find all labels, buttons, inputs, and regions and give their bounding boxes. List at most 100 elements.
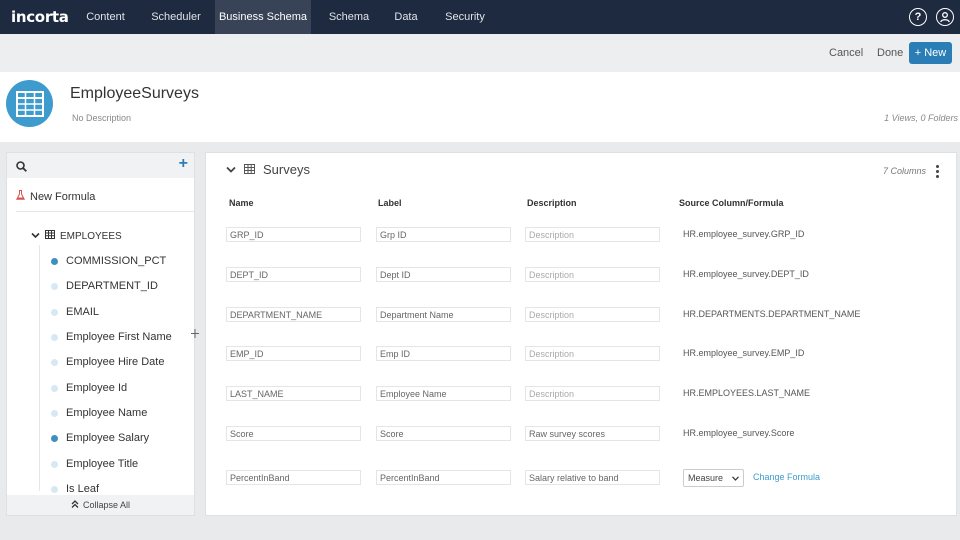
header-name: Name <box>229 198 254 208</box>
panel-resize-handle[interactable] <box>191 329 199 341</box>
table-detail-panel: Surveys 7 Columns Name Label Description… <box>205 152 957 516</box>
column-dot-icon <box>51 282 58 290</box>
help-icon[interactable]: ? <box>909 8 927 26</box>
description-field[interactable]: Raw survey scores <box>525 426 660 441</box>
column-tree-panel: + New Formula EMPLOYEES COMMISSION_PCT DE… <box>6 152 195 516</box>
label-field[interactable]: Department Name <box>376 307 511 322</box>
table-icon <box>45 230 55 242</box>
column-item[interactable]: Employee Id <box>51 382 127 394</box>
add-icon[interactable]: + <box>179 155 188 173</box>
description-field[interactable]: Salary relative to band <box>525 470 660 485</box>
name-field[interactable]: GRP_ID <box>226 227 361 242</box>
top-nav: incorta Content Scheduler Business Schem… <box>0 0 960 34</box>
change-formula-link[interactable]: Change Formula <box>753 472 820 482</box>
page-title: EmployeeSurveys <box>70 85 199 102</box>
column-dot-icon <box>51 460 58 468</box>
table-header[interactable]: Surveys <box>226 162 310 177</box>
tree-group-employees[interactable]: EMPLOYEES <box>31 230 122 242</box>
collapse-all-button[interactable]: Collapse All <box>7 495 194 515</box>
name-field[interactable]: DEPARTMENT_NAME <box>226 307 361 322</box>
description-field[interactable]: Description <box>525 267 660 282</box>
column-item[interactable]: COMMISSION_PCT <box>51 255 166 267</box>
column-item-label: Employee Name <box>66 407 148 419</box>
search-icon[interactable] <box>16 159 27 177</box>
label-field[interactable]: PercentInBand <box>376 470 511 485</box>
column-item[interactable]: Employee Name <box>51 407 147 419</box>
tab-content[interactable]: Content <box>74 0 137 34</box>
header-label: Label <box>378 198 402 208</box>
description-field[interactable]: Description <box>525 346 660 361</box>
double-chevron-up-icon <box>71 500 79 510</box>
new-button[interactable]: + New <box>909 42 952 64</box>
source-column: HR.employee_survey.EMP_ID <box>683 348 805 358</box>
divider <box>16 211 194 212</box>
column-item-label: EMAIL <box>66 306 100 318</box>
tab-security[interactable]: Security <box>425 0 505 34</box>
chevron-down-icon[interactable] <box>31 231 40 242</box>
column-item[interactable]: Employee Salary <box>51 432 149 444</box>
description-field[interactable]: Description <box>525 307 660 322</box>
new-formula-label: New Formula <box>30 190 96 203</box>
column-item[interactable]: Is Leaf <box>51 483 99 495</box>
tree-group-label: EMPLOYEES <box>60 230 122 242</box>
tab-scheduler[interactable]: Scheduler <box>137 0 215 34</box>
column-item-label: Employee Salary <box>66 432 150 444</box>
column-item-label: COMMISSION_PCT <box>66 255 167 267</box>
column-item-label: Employee Id <box>66 382 128 394</box>
column-dot-icon <box>51 333 58 341</box>
header-description: Description <box>527 198 577 208</box>
new-formula-item[interactable]: New Formula <box>15 190 96 203</box>
source-column: HR.employee_survey.GRP_ID <box>683 229 805 239</box>
source-column: HR.employee_survey.DEPT_ID <box>683 269 809 279</box>
schema-description[interactable]: No Description <box>72 113 131 123</box>
column-dot-icon <box>51 434 58 442</box>
name-field[interactable]: EMP_ID <box>226 346 361 361</box>
column-type-select[interactable]: Measure <box>683 469 744 487</box>
label-field[interactable]: Dept ID <box>376 267 511 282</box>
tab-data[interactable]: Data <box>387 0 425 34</box>
tree-line <box>39 245 40 491</box>
search-bar[interactable]: + <box>7 153 194 178</box>
cancel-button[interactable]: Cancel <box>829 47 863 59</box>
column-item[interactable]: Employee Hire Date <box>51 356 164 368</box>
label-field[interactable]: Grp ID <box>376 227 511 242</box>
schema-header: EmployeeSurveys No Description 1 Views, … <box>0 72 960 142</box>
collapse-all-label: Collapse All <box>82 500 131 510</box>
name-field[interactable]: DEPT_ID <box>226 267 361 282</box>
column-count: 7 Columns <box>882 166 926 176</box>
schema-meta: 1 Views, 0 Folders <box>884 113 958 123</box>
done-button[interactable]: Done <box>877 47 903 59</box>
tab-business-schema[interactable]: Business Schema <box>215 0 311 34</box>
label-field[interactable]: Employee Name <box>376 386 511 401</box>
name-field[interactable]: PercentInBand <box>226 470 361 485</box>
table-schema-icon <box>6 80 53 127</box>
column-dot-icon <box>51 257 58 265</box>
source-column: HR.employee_survey.Score <box>683 428 795 438</box>
column-item-label: Employee First Name <box>66 331 172 343</box>
column-item[interactable]: DEPARTMENT_ID <box>51 280 158 292</box>
column-item[interactable]: Employee Title <box>51 458 138 470</box>
header-source: Source Column/Formula <box>679 198 784 208</box>
column-item-label: Employee Hire Date <box>66 356 165 368</box>
column-item[interactable]: EMAIL <box>51 306 99 318</box>
description-field[interactable]: Description <box>525 386 660 401</box>
chevron-down-icon[interactable] <box>226 162 236 177</box>
user-icon[interactable] <box>936 8 954 26</box>
column-dot-icon <box>51 409 58 417</box>
column-item[interactable]: Employee First Name <box>51 331 172 343</box>
column-dot-icon <box>51 308 58 316</box>
column-dot-icon <box>51 384 58 392</box>
action-bar: Cancel Done + New <box>0 34 960 72</box>
name-field[interactable]: LAST_NAME <box>226 386 361 401</box>
table-name: Surveys <box>263 162 310 177</box>
more-options-icon[interactable] <box>936 165 940 178</box>
tab-schema[interactable]: Schema <box>311 0 387 34</box>
column-dot-icon <box>51 485 58 493</box>
incorta-logo: incorta <box>11 8 69 26</box>
select-value: Measure <box>688 473 724 483</box>
name-field[interactable]: Score <box>226 426 361 441</box>
column-dot-icon <box>51 358 58 366</box>
description-field[interactable]: Description <box>525 227 660 242</box>
label-field[interactable]: Score <box>376 426 511 441</box>
label-field[interactable]: Emp ID <box>376 346 511 361</box>
